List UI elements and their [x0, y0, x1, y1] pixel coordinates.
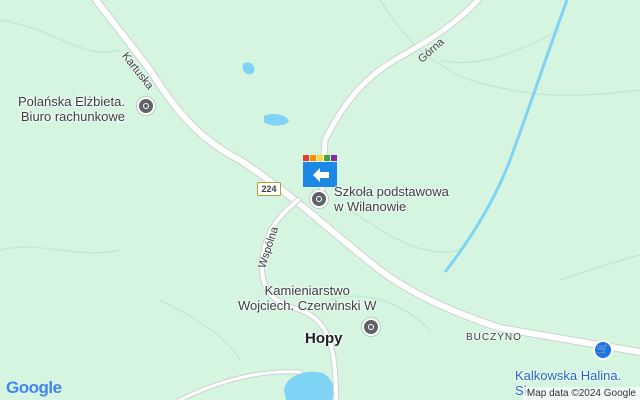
- school-logo-icon: [303, 155, 337, 187]
- poi-kamieniarstwo-line1: Kamieniarstwo: [264, 283, 350, 298]
- poi-polanska-line1: Polańska Elżbieta.: [18, 94, 125, 109]
- map-attribution[interactable]: Map data ©2024 Google: [522, 387, 640, 400]
- google-logo[interactable]: Google: [6, 378, 62, 398]
- poi-kalkowska-line1: Kalkowska Halina.: [515, 368, 622, 383]
- poi-school-label: Szkoła podstawowa w Wilanowie: [334, 184, 449, 214]
- place-of-interest-icon[interactable]: [137, 97, 155, 115]
- map-canvas[interactable]: Kartuska Górna Wspólna 224 Polańska Elżb…: [0, 0, 640, 400]
- poi-polanska-line2: Biuro rachunkowe: [20, 109, 125, 124]
- shopping-cart-icon[interactable]: 🛒: [593, 340, 613, 360]
- road-number-shield: 224: [257, 182, 281, 196]
- place-label-buczyno: BUCZYNO: [466, 332, 522, 343]
- google-logo-text: Google: [6, 378, 62, 397]
- place-label-hopy: Hopy: [305, 330, 343, 347]
- poi-polanska-label: Polańska Elżbieta. Biuro rachunkowe: [18, 94, 125, 124]
- poi-school-line2: w Wilanowie: [334, 199, 407, 214]
- poi-kamieniarstwo-label: Kamieniarstwo Wojciech. Czerwinski W: [238, 283, 376, 313]
- place-of-interest-icon[interactable]: [362, 318, 380, 336]
- poi-kamieniarstwo-line2: Wojciech. Czerwinski W: [238, 298, 377, 313]
- poi-school-line1: Szkoła podstawowa: [334, 184, 449, 199]
- school-icon[interactable]: [310, 190, 328, 208]
